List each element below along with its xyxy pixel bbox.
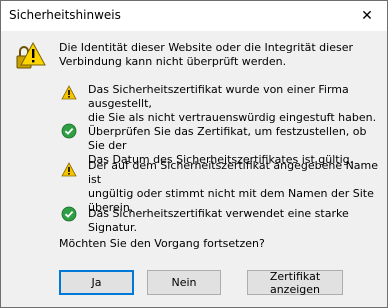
view-certificate-button[interactable]: Zertifikat anzeigen (247, 270, 343, 296)
check-icon (61, 206, 77, 222)
security-alert-dialog: Sicherheitshinweis ✕ Die Identität diese… (0, 0, 388, 308)
lock-warning-icon (16, 41, 46, 69)
dialog-title: Sicherheitshinweis (9, 8, 121, 22)
warning-icon (61, 162, 77, 177)
message-untrusted-issuer: Das Sicherheitszertifikat wurde von eine… (88, 83, 384, 167)
close-icon: ✕ (361, 8, 373, 24)
confirm-question: Möchten Sie den Vorgang fortsetzen? (59, 237, 265, 250)
intro-text: Die Identität dieser Website oder die In… (59, 41, 354, 68)
message-line: die Sie als nicht vertrauenswürdig einge… (88, 111, 377, 124)
warning-icon (61, 85, 77, 100)
yes-button[interactable]: Ja (59, 270, 134, 295)
message-line: Überprüfen Sie das Zertifikat, um festzu… (88, 125, 367, 152)
message-line: Das Sicherheitszertifikat verwendet eine… (88, 207, 349, 234)
title-bar[interactable]: Sicherheitshinweis ✕ (1, 1, 387, 31)
message-line: Der auf dem Sicherheitszertifikat angege… (88, 159, 379, 186)
message-line: Das Sicherheitszertifikat wurde von eine… (88, 83, 349, 110)
message-strong-signature: Das Sicherheitszertifikat verwendet eine… (88, 207, 384, 235)
close-button[interactable]: ✕ (347, 1, 387, 31)
no-button[interactable]: Nein (147, 270, 221, 295)
check-icon (61, 123, 77, 139)
dialog-content: Die Identität dieser Website oder die In… (1, 31, 387, 307)
